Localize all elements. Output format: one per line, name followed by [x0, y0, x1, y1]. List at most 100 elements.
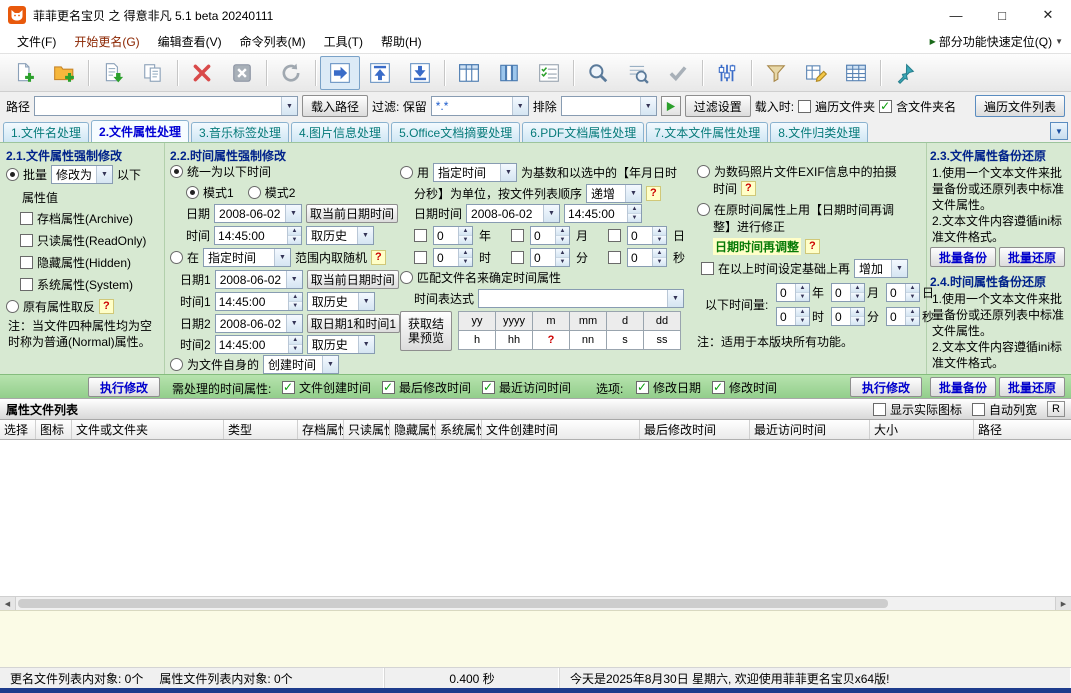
table-view-button[interactable] [836, 56, 876, 90]
date2-picker[interactable]: 2008-06-02▼ [215, 314, 303, 333]
help-icon[interactable]: ? [646, 186, 661, 201]
random-range-radio[interactable] [170, 251, 183, 264]
system-checkbox[interactable] [20, 278, 33, 291]
path-combo[interactable]: ▼ [34, 96, 298, 116]
column-header-system[interactable]: 系统属性 [436, 420, 482, 439]
get-preview-button[interactable]: 获取结果预览 [400, 311, 452, 351]
tab-image-info[interactable]: 4.图片信息处理 [291, 122, 389, 142]
add-month-spinner[interactable]: 0▲▼ [831, 283, 865, 302]
menu-help[interactable]: 帮助(H) [372, 31, 431, 52]
batch-modify-radio[interactable] [6, 168, 19, 181]
keep-filter-combo[interactable]: *.*▼ [431, 96, 529, 116]
time-expression-combo[interactable]: ▼ [478, 289, 684, 308]
mode2-radio[interactable] [248, 186, 261, 199]
need-access-time-checkbox[interactable]: 最近访问时间 [482, 379, 571, 396]
hour-step-spinner[interactable]: 0▲▼ [433, 248, 473, 267]
column-header-file[interactable]: 文件或文件夹 [72, 420, 224, 439]
time-spinner[interactable]: 14:45:00▲▼ [214, 226, 302, 245]
edit-table-button[interactable] [796, 56, 836, 90]
month-step-checkbox[interactable] [511, 229, 524, 242]
time-restore-button[interactable]: 批量还原 [999, 377, 1065, 397]
increase-combo[interactable]: 递增▼ [586, 184, 642, 203]
import-list-button[interactable] [93, 56, 133, 90]
minute-step-checkbox[interactable] [511, 251, 524, 264]
exclude-filter-combo[interactable]: ▼ [561, 96, 657, 116]
column-header-archive[interactable]: 存档属性 [298, 420, 344, 439]
attr-backup-button[interactable]: 批量备份 [930, 247, 996, 267]
column-header-readonly[interactable]: 只读属性 [344, 420, 390, 439]
search-button[interactable] [578, 56, 618, 90]
adjust-sliders-button[interactable] [707, 56, 747, 90]
maximize-button[interactable]: □ [979, 0, 1025, 30]
add-file-button[interactable] [4, 56, 44, 90]
help-icon[interactable]: ? [99, 299, 114, 314]
exif-time-radio[interactable] [697, 165, 710, 178]
readonly-checkbox[interactable] [20, 234, 33, 247]
column-header-hidden[interactable]: 隐藏属性 [390, 420, 436, 439]
invert-attrs-radio[interactable] [6, 300, 19, 313]
unify-time-radio[interactable] [170, 165, 183, 178]
spinner-arrows-icon[interactable]: ▲▼ [288, 336, 302, 353]
delete-button[interactable] [182, 56, 222, 90]
take-date1-time1-button[interactable]: 取日期1和时间1 [307, 314, 400, 333]
menu-edit-view[interactable]: 编辑查看(V) [149, 31, 231, 52]
column-header-modified[interactable]: 最后修改时间 [640, 420, 750, 439]
spec-time-combo[interactable]: 指定时间▼ [203, 248, 291, 267]
file-own-time-radio[interactable] [170, 358, 183, 371]
column-header-path[interactable]: 路径 [974, 420, 1071, 439]
tab-file-classify[interactable]: 8.文件归类处理 [770, 122, 868, 142]
traverse-folders-checkbox[interactable]: 遍历文件夹 [798, 98, 875, 115]
archive-checkbox[interactable] [20, 212, 33, 225]
add-day-spinner[interactable]: 0▲▼ [886, 283, 920, 302]
base-time-spinner[interactable]: 14:45:00▲▼ [564, 204, 642, 223]
refresh-button[interactable] [271, 56, 311, 90]
delete-all-button[interactable] [222, 56, 262, 90]
help-icon[interactable]: ? [805, 239, 820, 254]
help-icon[interactable]: ? [741, 181, 756, 196]
modify-mode-combo[interactable]: 修改为▼ [51, 165, 113, 184]
move-bottom-button[interactable] [400, 56, 440, 90]
column-header-accessed[interactable]: 最近访问时间 [750, 420, 870, 439]
tab-overflow-button[interactable]: ▼ [1050, 122, 1068, 140]
tab-pdf-attributes[interactable]: 6.PDF文档属性处理 [522, 122, 644, 142]
take-history-combo[interactable]: 取历史▼ [307, 292, 375, 311]
own-time-type-combo[interactable]: 创建时间▼ [263, 355, 339, 374]
second-step-checkbox[interactable] [608, 251, 621, 264]
take-current-datetime-button[interactable]: 取当前日期时间 [307, 270, 399, 289]
copy-list-button[interactable] [133, 56, 173, 90]
move-right-button[interactable] [320, 56, 360, 90]
spinner-arrows-icon[interactable]: ▲▼ [287, 227, 301, 244]
checklist-button[interactable] [529, 56, 569, 90]
minute-step-spinner[interactable]: 0▲▼ [530, 248, 570, 267]
add-folder-button[interactable] [44, 56, 84, 90]
column-header-select[interactable]: 选择 [0, 420, 36, 439]
scroll-left-icon[interactable]: ◀ [0, 597, 16, 610]
take-history-combo[interactable]: 取历史▼ [306, 226, 374, 245]
year-step-checkbox[interactable] [414, 229, 427, 242]
file-table-body[interactable] [0, 440, 1071, 596]
spinner-arrows-icon[interactable]: ▲▼ [627, 205, 641, 222]
move-top-button[interactable] [360, 56, 400, 90]
pushpin-button[interactable] [885, 56, 925, 90]
tab-music-tags[interactable]: 3.音乐标签处理 [191, 122, 289, 142]
close-button[interactable]: ✕ [1025, 0, 1071, 30]
traverse-file-list-button[interactable]: 遍历文件列表 [975, 95, 1065, 117]
day-step-spinner[interactable]: 0▲▼ [627, 226, 667, 245]
execute-attr-modify-button[interactable]: 执行修改 [88, 377, 160, 397]
take-current-datetime-button[interactable]: 取当前日期时间 [306, 204, 398, 223]
filter-settings-button[interactable]: 过滤设置 [685, 95, 751, 117]
month-step-spinner[interactable]: 0▲▼ [530, 226, 570, 245]
column-bars-button[interactable] [489, 56, 529, 90]
column-header-icon[interactable]: 图标 [36, 420, 72, 439]
column-header-type[interactable]: 类型 [224, 420, 298, 439]
tab-text-attributes[interactable]: 7.文本文件属性处理 [646, 122, 768, 142]
horizontal-scrollbar[interactable]: ◀ ▶ [0, 596, 1071, 610]
tab-file-attributes[interactable]: 2.文件属性处理 [91, 120, 189, 142]
include-folder-name-checkbox[interactable]: 含文件夹名 [879, 98, 956, 115]
spinner-arrows-icon[interactable]: ▲▼ [288, 293, 302, 310]
menu-file[interactable]: 文件(F) [8, 31, 65, 52]
base-date-picker[interactable]: 2008-06-02▼ [466, 204, 560, 223]
menu-start-rename[interactable]: 开始更名(G) [65, 31, 148, 52]
modify-date-checkbox[interactable]: 修改日期 [636, 379, 701, 396]
column-header-created[interactable]: 文件创建时间 [482, 420, 640, 439]
